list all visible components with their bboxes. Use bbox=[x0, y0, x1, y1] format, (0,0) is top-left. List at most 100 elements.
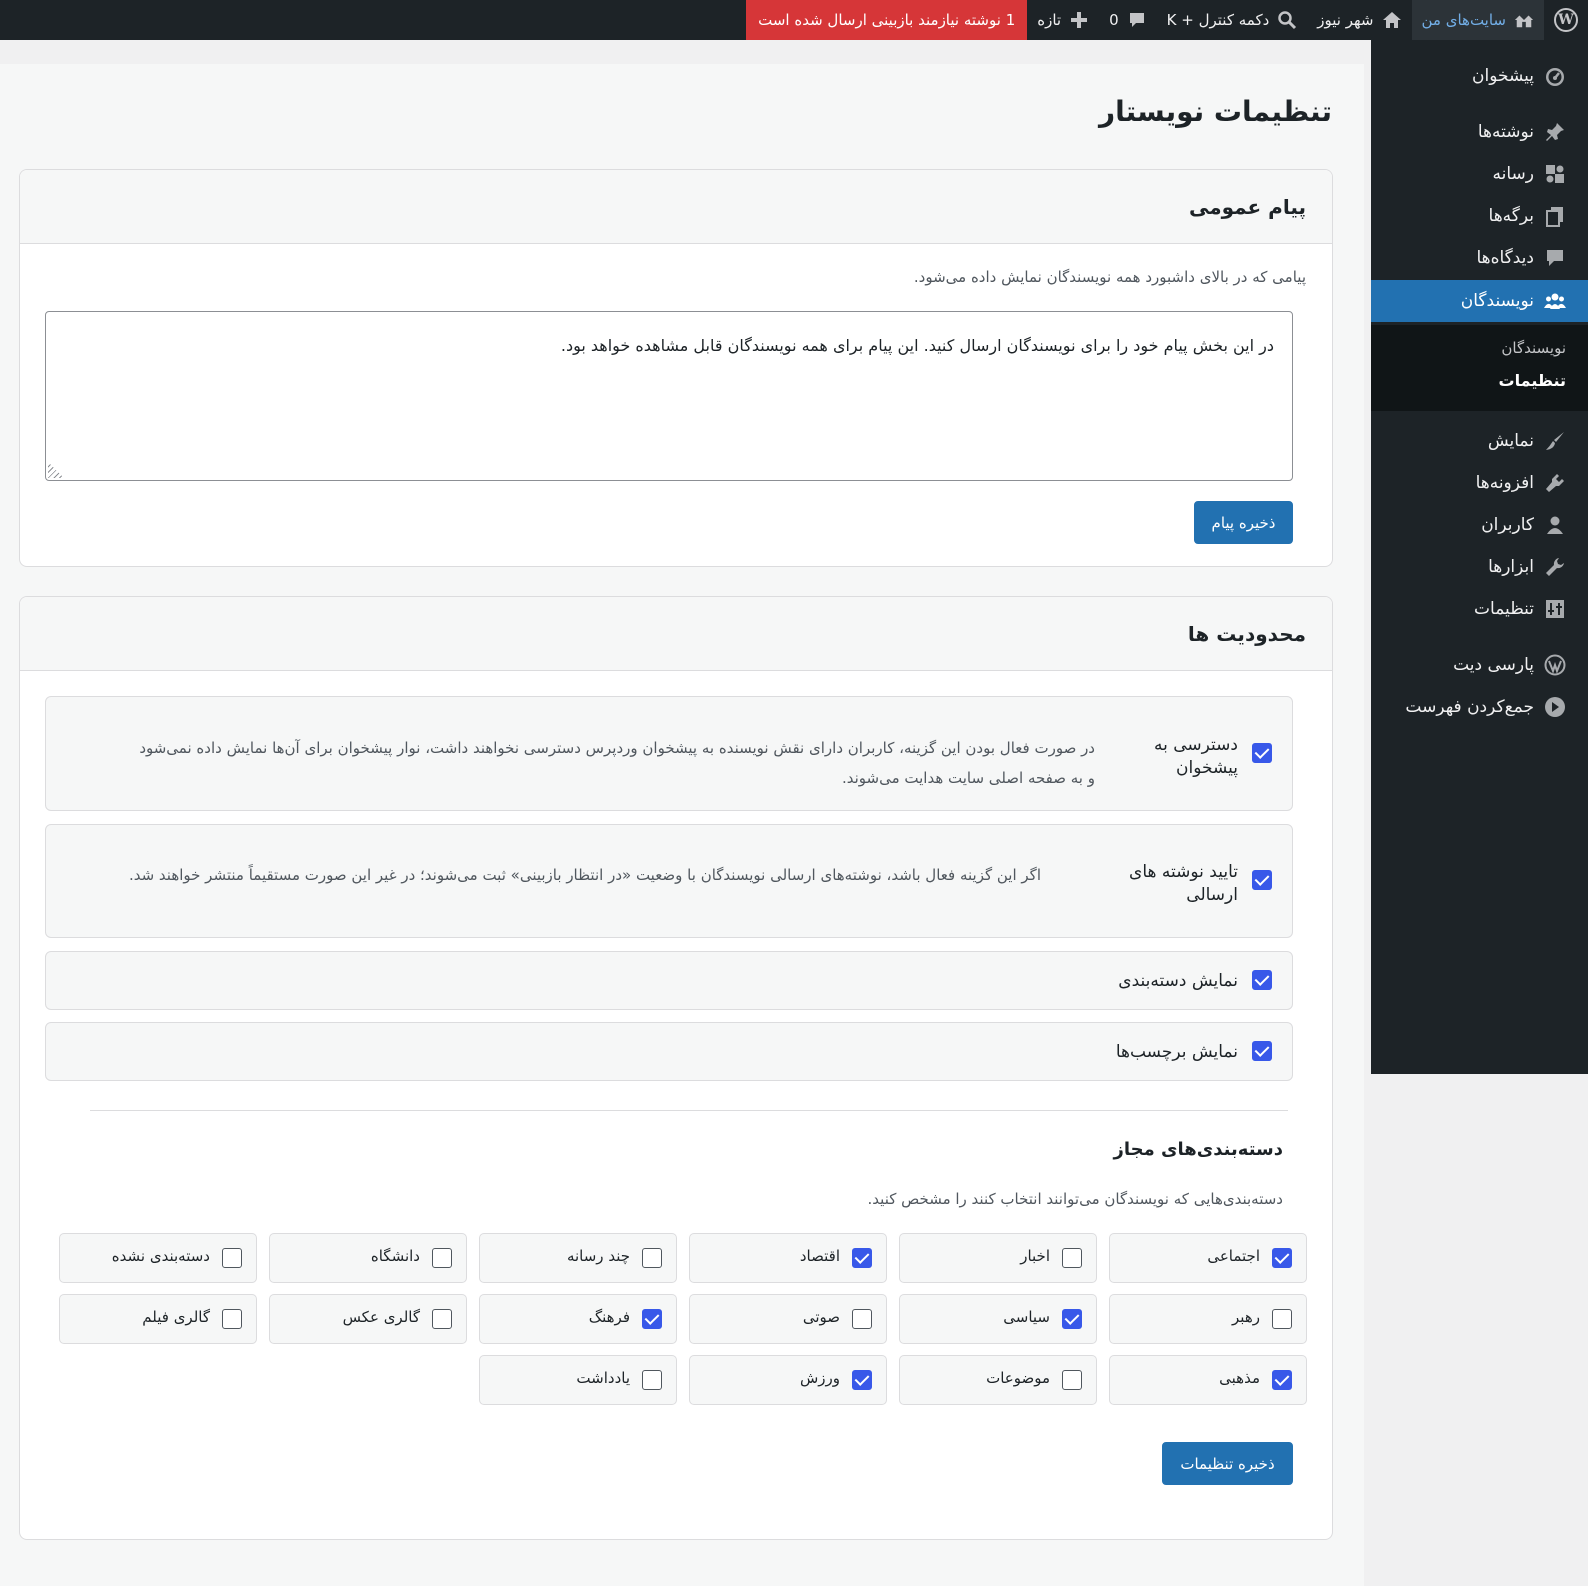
authors-submenu: نویسندگان تنظیمات bbox=[1371, 325, 1588, 411]
menu-pages[interactable]: برگه‌ها bbox=[1371, 195, 1588, 237]
category-option: رهبر bbox=[1109, 1294, 1307, 1344]
category-label: فرهنگ bbox=[588, 1308, 630, 1326]
public-message-textarea[interactable]: در این بخش پیام خود را برای نویسندگان ار… bbox=[45, 311, 1293, 481]
category-checkbox[interactable] bbox=[852, 1309, 872, 1329]
category-checkbox[interactable] bbox=[642, 1248, 662, 1268]
category-label: ورزش bbox=[799, 1369, 840, 1387]
home-icon bbox=[1382, 10, 1402, 30]
new-content-menu[interactable]: تازه bbox=[1027, 0, 1099, 40]
category-checkbox[interactable] bbox=[1062, 1309, 1082, 1329]
pin-icon bbox=[1544, 121, 1566, 143]
category-checkbox[interactable] bbox=[642, 1309, 662, 1329]
category-checkbox[interactable] bbox=[852, 1248, 872, 1268]
option-show-categories: نمایش دسته‌بندی bbox=[45, 951, 1293, 1010]
category-label: گالری فیلم bbox=[142, 1308, 210, 1326]
collapse-menu-label: جمع‌کردن فهرست bbox=[1405, 697, 1534, 717]
submenu-authors[interactable]: نویسندگان bbox=[1501, 339, 1566, 357]
category-checkbox[interactable] bbox=[1062, 1370, 1082, 1390]
pending-review-notice[interactable]: 1 نوشته نیازمند بازبینی ارسال شده است bbox=[746, 0, 1028, 40]
new-label: تازه bbox=[1037, 11, 1062, 29]
category-option: اخبار bbox=[899, 1233, 1097, 1283]
menu-dashboard-label: پیشخوان bbox=[1472, 66, 1534, 86]
plus-icon bbox=[1069, 10, 1089, 30]
category-checkbox[interactable] bbox=[1062, 1248, 1082, 1268]
show-tags-label: نمایش برچسب‌ها bbox=[1115, 1042, 1238, 1062]
category-checkbox[interactable] bbox=[432, 1248, 452, 1268]
dashboard-access-checkbox[interactable] bbox=[1252, 743, 1272, 763]
menu-users[interactable]: کاربران bbox=[1371, 504, 1588, 546]
command-label: دکمه کنترل + K bbox=[1166, 11, 1270, 29]
dashboard-access-label: دسترسی به پیشخوان bbox=[1154, 735, 1238, 778]
category-checkbox[interactable] bbox=[1272, 1248, 1292, 1268]
menu-parsidate-label: پارسی دیت bbox=[1453, 655, 1534, 675]
save-message-button[interactable]: ذخیره پیام bbox=[1194, 501, 1293, 544]
menu-parsidate[interactable]: پارسی دیت bbox=[1371, 644, 1588, 686]
site-name-menu[interactable]: شهر نیوز bbox=[1307, 0, 1411, 40]
menu-posts[interactable]: نوشته‌ها bbox=[1371, 111, 1588, 153]
category-label: موضوعات bbox=[986, 1369, 1050, 1387]
menu-appearance[interactable]: نمایش bbox=[1371, 420, 1588, 462]
category-label: رهبر bbox=[1232, 1308, 1260, 1326]
plugin-icon bbox=[1544, 472, 1566, 494]
command-palette-button[interactable]: دکمه کنترل + K bbox=[1157, 0, 1308, 40]
site-name-label: شهر نیوز bbox=[1317, 11, 1374, 29]
groups-icon bbox=[1544, 290, 1566, 312]
category-option: فرهنگ bbox=[479, 1294, 677, 1344]
allowed-categories-heading: دسته‌بندی‌های مجاز bbox=[1113, 1139, 1283, 1160]
settings-icon bbox=[1544, 598, 1566, 620]
menu-settings[interactable]: تنظیمات bbox=[1371, 588, 1588, 630]
category-label: یادداشت bbox=[576, 1369, 630, 1387]
category-label: گالری عکس bbox=[342, 1308, 420, 1326]
my-sites-menu[interactable]: سایت‌های من bbox=[1411, 0, 1544, 40]
comment-icon bbox=[1127, 10, 1147, 30]
category-option: دسته‌بندی نشده bbox=[59, 1233, 257, 1283]
resize-handle-icon[interactable] bbox=[48, 462, 64, 478]
public-message-card: پیام عمومی پیامی که در بالای داشبورد همه… bbox=[19, 169, 1333, 567]
category-option: مذهبی bbox=[1109, 1355, 1307, 1405]
menu-media[interactable]: رسانه bbox=[1371, 153, 1588, 195]
category-option: گالری فیلم bbox=[59, 1294, 257, 1344]
menu-plugins[interactable]: افزونه‌ها bbox=[1371, 462, 1588, 504]
restrictions-card: محدودیت ها دسترسی به پیشخوان در صورت فعا… bbox=[19, 596, 1333, 1540]
category-option: سیاسی bbox=[899, 1294, 1097, 1344]
category-label: چند رسانه bbox=[566, 1247, 630, 1265]
category-label: صوتی bbox=[802, 1308, 840, 1326]
show-tags-checkbox[interactable] bbox=[1252, 1041, 1272, 1061]
category-checkbox[interactable] bbox=[852, 1370, 872, 1390]
category-label: دسته‌بندی نشده bbox=[111, 1247, 210, 1265]
category-label: اجتماعی bbox=[1207, 1247, 1260, 1265]
category-checkbox[interactable] bbox=[1272, 1370, 1292, 1390]
admin-sidebar: پیشخوان نوشته‌ها رسانه برگه‌ها دیدگاه‌ها… bbox=[1362, 40, 1588, 1074]
menu-dashboard[interactable]: پیشخوان bbox=[1371, 55, 1588, 97]
menu-tools-label: ابزارها bbox=[1488, 557, 1534, 577]
submenu-settings[interactable]: تنظیمات bbox=[1499, 371, 1566, 390]
category-checkbox[interactable] bbox=[642, 1370, 662, 1390]
pending-notice-text: 1 نوشته نیازمند بازبینی ارسال شده است bbox=[758, 11, 1016, 29]
public-message-description: پیامی که در بالای داشبورد همه نویسندگان … bbox=[913, 268, 1306, 286]
category-label: اخبار bbox=[1020, 1247, 1050, 1265]
category-checkbox[interactable] bbox=[1272, 1309, 1292, 1329]
menu-tools[interactable]: ابزارها bbox=[1371, 546, 1588, 588]
save-settings-button[interactable]: ذخیره تنظیمات bbox=[1162, 1442, 1293, 1485]
menu-authors[interactable]: نویسندگان bbox=[1362, 280, 1588, 322]
collapse-menu-button[interactable]: جمع‌کردن فهرست bbox=[1371, 686, 1588, 728]
admin-bar: W سایت‌های من شهر نیوز دکمه کنترل + K 0 … bbox=[0, 0, 1588, 40]
menu-posts-label: نوشته‌ها bbox=[1477, 122, 1534, 142]
menu-authors-label: نویسندگان bbox=[1460, 291, 1534, 311]
category-option: دانشگاه bbox=[269, 1233, 467, 1283]
collapse-icon bbox=[1544, 696, 1566, 718]
wordpress-logo-menu[interactable]: W bbox=[1544, 0, 1588, 40]
show-categories-label: نمایش دسته‌بندی bbox=[1118, 971, 1238, 991]
user-icon bbox=[1544, 514, 1566, 536]
approve-posts-checkbox[interactable] bbox=[1252, 870, 1272, 890]
menu-comments-label: دیدگاه‌ها bbox=[1476, 248, 1534, 268]
category-label: مذهبی bbox=[1219, 1369, 1260, 1387]
menu-comments[interactable]: دیدگاه‌ها bbox=[1371, 237, 1588, 279]
category-checkbox[interactable] bbox=[222, 1248, 242, 1268]
allowed-categories-description: دسته‌بندی‌هایی که نویسندگان می‌توانند ان… bbox=[867, 1190, 1283, 1208]
comments-menu[interactable]: 0 bbox=[1099, 0, 1157, 40]
category-checkbox[interactable] bbox=[222, 1309, 242, 1329]
category-checkbox[interactable] bbox=[432, 1309, 452, 1329]
show-categories-checkbox[interactable] bbox=[1252, 970, 1272, 990]
multisite-icon bbox=[1514, 10, 1534, 30]
